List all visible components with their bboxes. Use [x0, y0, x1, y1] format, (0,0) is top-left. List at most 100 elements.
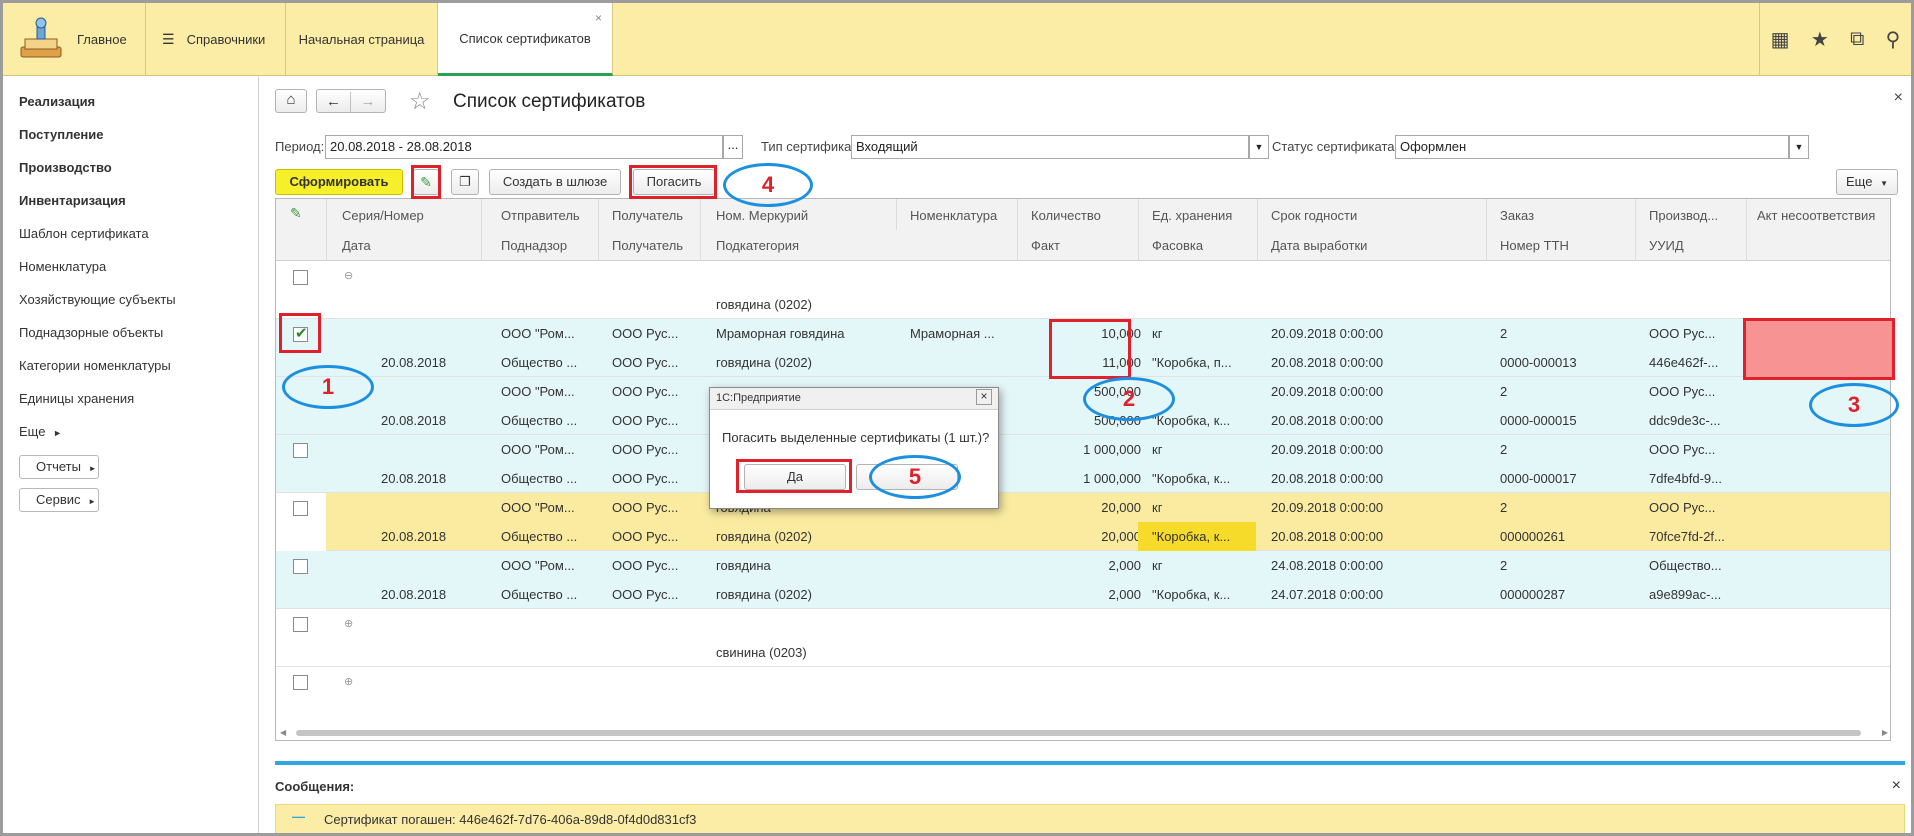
cell-recipient-2: ООО Рус... [612, 355, 679, 370]
more-menu-button[interactable]: Еще ▼ [1836, 169, 1898, 195]
search-icon[interactable]: ⚲ [1886, 27, 1901, 52]
cell-sender: ООО "Ром... [501, 326, 575, 341]
group-label: говядина (0202) [716, 297, 812, 312]
copy-button[interactable]: ❐ [451, 169, 479, 195]
cert-status-dropdown-icon[interactable]: ▼ [1789, 135, 1809, 159]
cell-uuid: 7dfe4bfd-9... [1649, 471, 1722, 486]
horizontal-scrollbar[interactable]: ◀ ▶ [276, 726, 1890, 740]
header-recipient-2[interactable]: Получатель [612, 238, 683, 253]
sidebar-item-more[interactable]: Еще ► [19, 424, 62, 439]
row-checkbox[interactable] [293, 270, 308, 285]
sidebar-item-inventory[interactable]: Инвентаризация [19, 193, 126, 208]
tab-home-page[interactable]: Начальная страница [286, 3, 438, 76]
sidebar-item-business-entities[interactable]: Хозяйствующие субъекты [19, 292, 176, 307]
table-row[interactable]: ООО "Ром... ООО Рус... 500,000 20.09.201… [276, 377, 1890, 435]
header-production-date[interactable]: Дата выработки [1271, 238, 1367, 253]
header-nonconformity-act[interactable]: Акт несоответствия [1757, 208, 1875, 223]
header-sender[interactable]: Отправитель [501, 208, 580, 223]
mercury-status-icon: ✎ [290, 205, 302, 221]
cell-order: 2 [1500, 500, 1508, 515]
row-checkbox[interactable] [293, 501, 308, 516]
history-icon[interactable]: ⧉ [1850, 28, 1864, 51]
header-uuid[interactable]: УУИД [1649, 238, 1684, 253]
cell-fact: 2,000 [1108, 587, 1141, 602]
header-expiry[interactable]: Срок годности [1271, 208, 1357, 223]
tab-close-icon[interactable]: × [595, 11, 602, 25]
dialog-titlebar: 1С:Предприятие × [710, 388, 998, 410]
cert-type-field[interactable]: Входящий [851, 135, 1249, 159]
table-row[interactable]: ООО "Ром... ООО Рус... говядина 2,000 кг… [276, 551, 1890, 609]
sidebar-item-nomenclature-categories[interactable]: Категории номенклатуры [19, 358, 171, 373]
tab-directories[interactable]: ☰ Справочники [146, 3, 286, 76]
table-row-selected[interactable]: ООО "Ром... ООО Рус... говядина 20,000 к… [276, 493, 1890, 551]
row-checkbox[interactable] [293, 675, 308, 690]
table-row[interactable]: ООО "Ром... ООО Рус... 1 000,000 кг 20.0… [276, 435, 1890, 493]
group-row[interactable]: ⊕ свинина (0203) [276, 609, 1890, 667]
back-arrow-icon[interactable]: ← [317, 92, 351, 112]
form-button[interactable]: Сформировать [275, 169, 403, 195]
header-nomenclature[interactable]: Номенклатура [910, 208, 997, 223]
favorite-star-icon[interactable]: ☆ [409, 87, 431, 116]
tab-certificates[interactable]: Список сертификатов × [438, 3, 613, 76]
nav-buttons: ← → [316, 89, 386, 113]
header-producer[interactable]: Производ... [1649, 208, 1718, 223]
apps-grid-icon[interactable]: ▦ [1771, 27, 1790, 52]
sidebar-item-storage-units[interactable]: Единицы хранения [19, 391, 134, 406]
expand-icon[interactable]: ⊕ [344, 675, 353, 688]
close-form-icon[interactable]: × [1894, 89, 1903, 107]
header-packing[interactable]: Фасовка [1152, 238, 1203, 253]
header-series-number[interactable]: Серия/Номер [342, 208, 424, 223]
header-nom-mercury[interactable]: Ном. Меркурий [716, 208, 808, 223]
messages-divider [275, 761, 1905, 765]
collapse-icon[interactable]: ⊖ [344, 269, 353, 282]
create-in-gateway-button[interactable]: Создать в шлюзе [489, 169, 621, 195]
sidebar-item-production[interactable]: Производство [19, 160, 112, 175]
header-fact[interactable]: Факт [1031, 238, 1060, 253]
forward-arrow-icon[interactable]: → [351, 92, 385, 112]
header-subcategory[interactable]: Подкатегория [716, 238, 799, 253]
page-title: Список сертификатов [453, 91, 646, 112]
annotation-box-mercury-button [411, 165, 441, 199]
row-checkbox[interactable] [293, 617, 308, 632]
scroll-right-icon[interactable]: ▶ [1882, 728, 1888, 737]
home-button[interactable]: ⌂ [275, 89, 307, 113]
sidebar-item-supervised-objects[interactable]: Поднадзорные объекты [19, 325, 163, 340]
sidebar-item-receipts[interactable]: Поступление [19, 127, 104, 142]
dialog-close-icon[interactable]: × [976, 389, 992, 405]
period-field[interactable]: 20.08.2018 - 28.08.2018 [325, 135, 723, 159]
period-select-button[interactable]: ... [723, 135, 743, 159]
cert-type-dropdown-icon[interactable]: ▼ [1249, 135, 1269, 159]
service-button[interactable]: Сервис ► [19, 488, 99, 512]
annotation-step-4: 4 [723, 163, 813, 207]
tab-main[interactable]: Главное [3, 3, 146, 76]
group-row[interactable]: ⊖ говядина (0202) [276, 261, 1890, 319]
cell-order: 2 [1500, 384, 1508, 399]
header-storage-unit[interactable]: Ед. хранения [1152, 208, 1232, 223]
row-checkbox[interactable] [293, 559, 308, 574]
header-quantity[interactable]: Количество [1031, 208, 1101, 223]
messages-close-icon[interactable]: × [1892, 777, 1901, 795]
group-row[interactable]: ⊕ [276, 667, 1890, 707]
cell-packing[interactable]: "Коробка, к... [1152, 529, 1230, 544]
cert-status-field[interactable]: Оформлен [1395, 135, 1789, 159]
expand-icon[interactable]: ⊕ [344, 617, 353, 630]
scroll-left-icon[interactable]: ◀ [280, 728, 286, 737]
sidebar-item-certificate-template[interactable]: Шаблон сертификата [19, 226, 149, 241]
header-supervised[interactable]: Поднадзор [501, 238, 567, 253]
sidebar-item-sales[interactable]: Реализация [19, 94, 95, 109]
row-checkbox[interactable] [293, 443, 308, 458]
group-label: свинина (0203) [716, 645, 807, 660]
scrollbar-thumb[interactable] [296, 730, 1861, 736]
message-item[interactable]: — Сертификат погашен: 446e462f-7d76-406a… [275, 804, 1905, 833]
cell-supervised: Общество ... [501, 529, 578, 544]
header-recipient[interactable]: Получатель [612, 208, 683, 223]
sidebar-item-nomenclature[interactable]: Номенклатура [19, 259, 106, 274]
header-order[interactable]: Заказ [1500, 208, 1534, 223]
annotation-step-5: 5 [869, 455, 961, 499]
header-date[interactable]: Дата [342, 238, 371, 253]
reports-button[interactable]: Отчеты ► [19, 455, 99, 479]
header-ttn-number[interactable]: Номер ТТН [1500, 238, 1569, 253]
cell-unit: кг [1152, 442, 1163, 457]
cell-packing: "Коробка, к... [1152, 413, 1231, 428]
favorites-star-icon[interactable]: ★ [1811, 27, 1829, 52]
